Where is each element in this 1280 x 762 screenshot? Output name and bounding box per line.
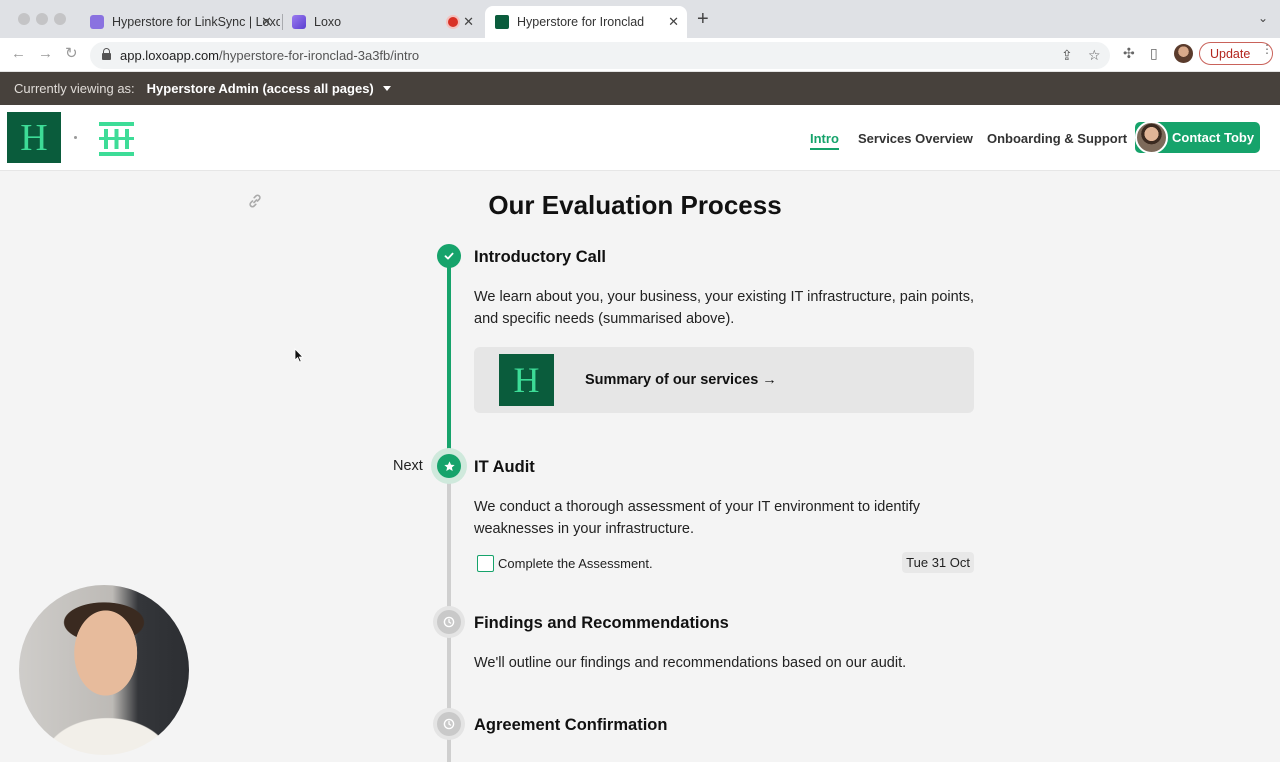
summary-services-card[interactable]: H Summary of our services → bbox=[474, 347, 974, 413]
window-minimize-button[interactable] bbox=[36, 13, 48, 25]
mouse-cursor-icon bbox=[294, 348, 304, 363]
window-close-button[interactable] bbox=[18, 13, 30, 25]
browser-tab[interactable]: Loxo ✕ bbox=[282, 6, 482, 38]
logo-separator bbox=[74, 136, 77, 139]
side-panel-icon[interactable]: ▯ bbox=[1150, 45, 1158, 62]
back-arrow-icon[interactable]: ← bbox=[11, 45, 26, 63]
tab-search-chevron-icon[interactable]: ⌄ bbox=[1258, 11, 1268, 25]
viewing-as-label: Currently viewing as: bbox=[14, 81, 135, 96]
reload-icon[interactable]: ↻ bbox=[65, 45, 78, 63]
profile-avatar[interactable] bbox=[1174, 44, 1193, 63]
browser-tab[interactable]: Hyperstore for LinkSync | Loxo ✕ bbox=[80, 6, 280, 38]
ironclad-logo-icon bbox=[99, 122, 134, 156]
close-tab-icon[interactable]: ✕ bbox=[668, 14, 679, 30]
summary-services-link[interactable]: Summary of our services → bbox=[585, 372, 777, 388]
checkmark-icon bbox=[444, 252, 454, 260]
step-description: We'll outline our findings and recommend… bbox=[474, 655, 907, 671]
step-description: We conduct a thorough assessment of your… bbox=[474, 499, 920, 537]
forward-arrow-icon[interactable]: → bbox=[38, 45, 53, 63]
task-due-date: Tue 31 Oct bbox=[902, 552, 974, 573]
clock-icon bbox=[443, 718, 455, 730]
hyperstore-thumbnail: H bbox=[499, 354, 554, 406]
page-title: Our Evaluation Process bbox=[488, 190, 782, 220]
new-tab-icon[interactable]: + bbox=[697, 9, 709, 29]
step-current-node bbox=[437, 454, 461, 478]
url-text: app.loxoapp.com/hyperstore-for-ironclad-… bbox=[120, 48, 420, 63]
recording-indicator-icon bbox=[448, 17, 458, 27]
bookmark-star-icon[interactable]: ☆ bbox=[1088, 47, 1101, 64]
browser-tab-active[interactable]: Hyperstore for Ironclad ✕ bbox=[485, 6, 687, 38]
task-label: Complete the Assessment. bbox=[498, 556, 653, 571]
loxo-favicon-icon bbox=[90, 15, 104, 29]
close-tab-icon[interactable]: ✕ bbox=[261, 14, 272, 30]
tab-title: Loxo bbox=[314, 15, 342, 29]
viewing-as-dropdown[interactable]: Hyperstore Admin (access all pages) bbox=[147, 81, 374, 96]
nav-onboarding-support[interactable]: Onboarding & Support bbox=[987, 131, 1127, 146]
caret-down-icon[interactable] bbox=[382, 86, 391, 91]
step-title: IT Audit bbox=[474, 458, 535, 476]
browser-toolbar: ← → ↻ app.loxoapp.com/hyperstore-for-iro… bbox=[0, 38, 1280, 72]
step-description: We learn about you, your business, your … bbox=[474, 289, 974, 327]
extensions-puzzle-icon[interactable]: ✣ bbox=[1123, 45, 1135, 62]
step-pending-node bbox=[437, 712, 461, 736]
task-item: Complete the Assessment. Tue 31 Oct bbox=[477, 552, 974, 574]
browser-update-button[interactable]: Update ⋮ bbox=[1199, 42, 1273, 65]
address-bar[interactable]: app.loxoapp.com/hyperstore-for-ironclad-… bbox=[90, 42, 1110, 69]
step-pending-node bbox=[437, 610, 461, 634]
browser-tab-strip: Hyperstore for LinkSync | Loxo ✕ Loxo ✕ … bbox=[0, 0, 1280, 38]
clock-icon bbox=[443, 616, 455, 628]
presenter-webcam-bubble[interactable] bbox=[19, 585, 189, 755]
window-zoom-button[interactable] bbox=[54, 13, 66, 25]
hyperstore-favicon-icon bbox=[495, 15, 509, 29]
nav-services-overview[interactable]: Services Overview bbox=[858, 131, 973, 146]
share-icon[interactable]: ⇪ bbox=[1061, 47, 1073, 64]
contact-button[interactable]: Contact Toby bbox=[1135, 121, 1260, 154]
contact-avatar bbox=[1135, 121, 1168, 154]
lock-icon bbox=[102, 48, 111, 60]
more-menu-icon[interactable]: ⋮ bbox=[1261, 43, 1273, 55]
tab-title: Hyperstore for LinkSync | Loxo bbox=[112, 15, 280, 29]
hyperstore-logo[interactable]: H bbox=[7, 112, 61, 163]
task-checkbox[interactable] bbox=[477, 555, 494, 572]
step-title: Agreement Confirmation bbox=[474, 716, 668, 734]
site-header: H Intro Services Overview Onboarding & S… bbox=[0, 105, 1280, 171]
timeline-progress-line bbox=[447, 260, 451, 465]
nav-intro[interactable]: Intro bbox=[810, 131, 839, 150]
step-title: Findings and Recommendations bbox=[474, 614, 729, 632]
step-title: Introductory Call bbox=[474, 248, 607, 266]
loxo-favicon-icon bbox=[292, 15, 306, 29]
next-step-label: Next bbox=[393, 458, 423, 474]
step-completed-node bbox=[437, 244, 461, 268]
star-icon bbox=[443, 460, 455, 471]
close-tab-icon[interactable]: ✕ bbox=[463, 14, 474, 30]
viewing-as-bar: Currently viewing as: Hyperstore Admin (… bbox=[0, 72, 1280, 105]
tab-title: Hyperstore for Ironclad bbox=[517, 15, 645, 29]
